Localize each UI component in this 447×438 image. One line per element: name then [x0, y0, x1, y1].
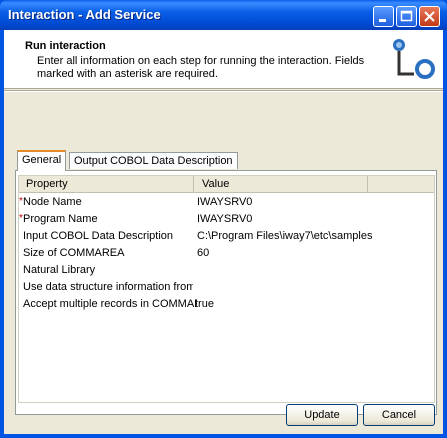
column-header-property[interactable]: Property: [26, 178, 68, 190]
column-header-value[interactable]: Value: [202, 178, 229, 190]
minimize-button[interactable]: [373, 6, 394, 27]
tab-panel-general: Property Value * Node Name IWAYSRV0 * Pr…: [15, 170, 437, 415]
property-name: Natural Library: [23, 264, 96, 276]
window-title: Interaction - Add Service: [8, 7, 161, 22]
property-name: Input COBOL Data Description: [23, 230, 173, 242]
column-divider[interactable]: [193, 176, 194, 192]
wizard-header: Run interaction Enter all information on…: [4, 30, 443, 89]
close-button[interactable]: [419, 6, 440, 27]
iway-logo-icon: [393, 39, 435, 79]
table-row[interactable]: Accept multiple records in COMMARI true: [19, 296, 434, 313]
dialog-body: Run interaction Enter all information on…: [4, 30, 443, 434]
maximize-button[interactable]: [396, 6, 417, 27]
column-divider[interactable]: [367, 176, 368, 192]
property-name: Use data structure information from: [23, 281, 193, 293]
table-row[interactable]: Natural Library: [19, 262, 434, 279]
tab-general[interactable]: General: [17, 150, 67, 171]
update-button[interactable]: Update: [286, 404, 358, 426]
property-table[interactable]: Property Value * Node Name IWAYSRV0 * Pr…: [18, 175, 435, 403]
title-bar[interactable]: Interaction - Add Service: [0, 0, 447, 30]
cancel-button[interactable]: Cancel: [363, 404, 435, 426]
maximize-icon: [400, 10, 413, 22]
property-value[interactable]: IWAYSRV0: [197, 213, 372, 225]
header-separator: [4, 90, 443, 92]
table-row[interactable]: * Node Name IWAYSRV0: [19, 194, 434, 211]
property-name: Accept multiple records in COMMARI: [23, 298, 197, 310]
table-row[interactable]: Use data structure information from: [19, 279, 434, 296]
minimize-icon: [379, 19, 386, 22]
property-name: Node Name: [23, 196, 82, 208]
tab-output-cobol[interactable]: Output COBOL Data Description: [69, 152, 238, 169]
property-value[interactable]: C:\Program Files\iway7\etc\samples: [197, 230, 372, 242]
property-value[interactable]: 60: [197, 247, 372, 259]
table-header: Property Value: [19, 176, 434, 193]
dialog-window: Interaction - Add Service Run interactio…: [0, 0, 447, 438]
table-row[interactable]: Input COBOL Data Description C:\Program …: [19, 228, 434, 245]
tab-output-cobol-label: Output COBOL Data Description: [74, 155, 233, 167]
property-value[interactable]: true: [195, 298, 370, 310]
property-name: Size of COMMAREA: [23, 247, 125, 259]
close-icon: [424, 11, 435, 22]
table-row[interactable]: * Program Name IWAYSRV0: [19, 211, 434, 228]
page-description: Enter all information on each step for r…: [37, 55, 365, 80]
page-title: Run interaction: [25, 40, 106, 52]
property-name: Program Name: [23, 213, 98, 225]
tab-general-label: General: [22, 154, 62, 166]
property-value[interactable]: IWAYSRV0: [197, 196, 372, 208]
table-row[interactable]: Size of COMMAREA 60: [19, 245, 434, 262]
